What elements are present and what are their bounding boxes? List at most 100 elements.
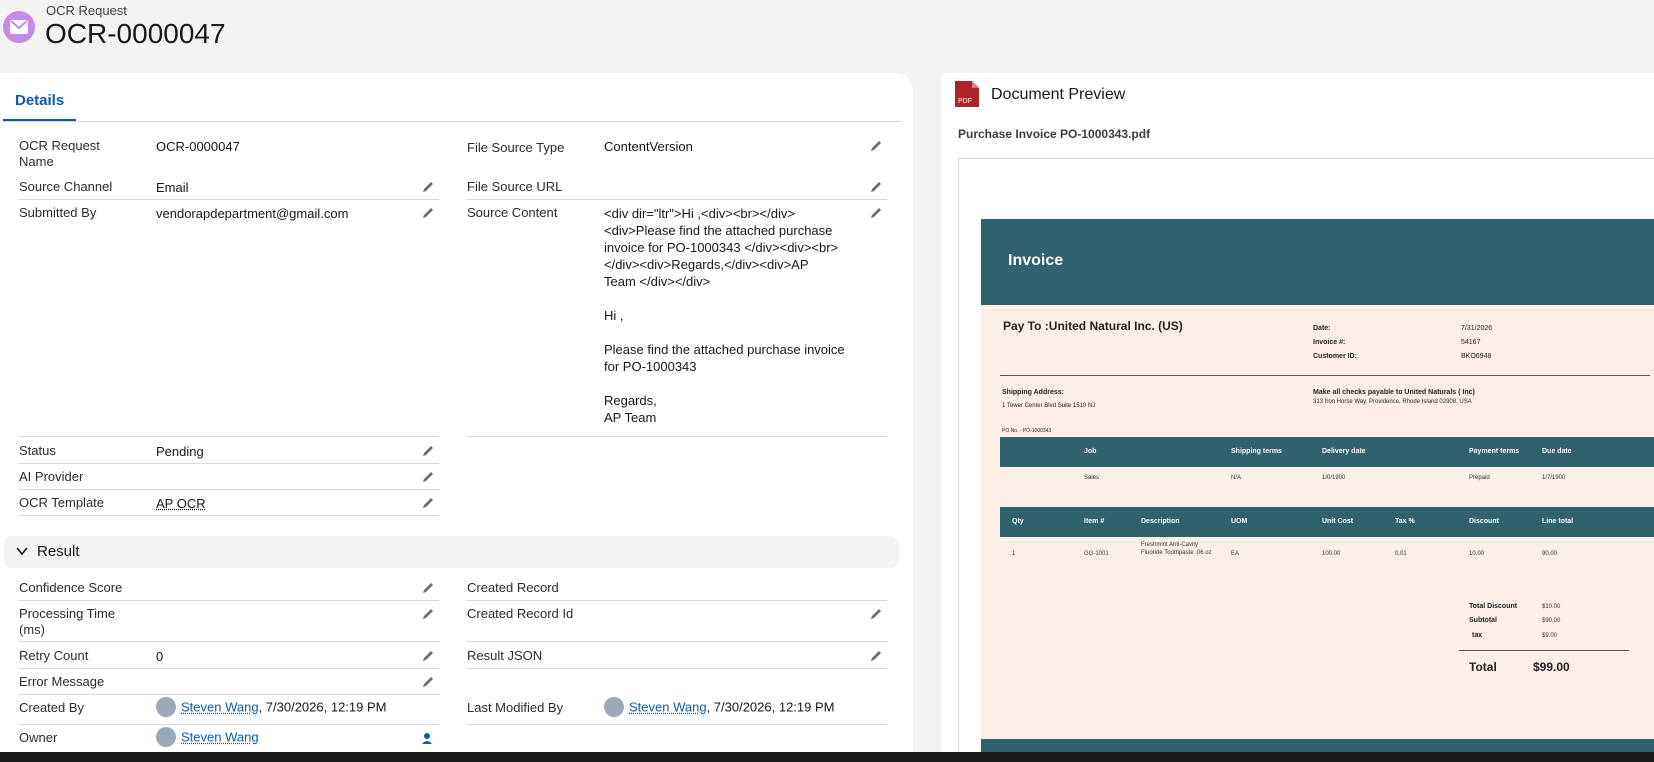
invoice-no-value: 54167: [1461, 339, 1481, 346]
edit-pencil-icon[interactable]: [869, 649, 883, 663]
avatar: [156, 727, 176, 747]
table-cell: 100.00: [1322, 551, 1341, 557]
details-panel: Details OCR Request Name OCR-0000047 Sou…: [0, 73, 913, 762]
field-processing-time: Processing Time (ms): [19, 606, 439, 642]
table-cell: Freshmint Anti-Cavity Fluoride Toothpast…: [1141, 542, 1212, 556]
edit-pencil-icon[interactable]: [421, 649, 435, 663]
divider: [19, 694, 439, 695]
total-value: $99.00: [1533, 660, 1570, 674]
divider: [1000, 375, 1650, 376]
field-label: Result JSON: [467, 648, 543, 663]
result-section-header[interactable]: Result: [4, 536, 899, 568]
divider: [19, 668, 439, 669]
checks-label: Make all checks payable to United Natura…: [1313, 389, 1475, 396]
edit-pencil-icon[interactable]: [421, 581, 435, 595]
shipping-value: 1 Tower Center Blvd Suite 1510 NJ: [1002, 403, 1096, 409]
text-line: Hi ,: [604, 308, 624, 323]
field-label: File Source Type: [467, 140, 565, 155]
field-label: Source Channel: [19, 179, 113, 194]
text-line: Regards,: [604, 393, 657, 408]
pdf-file-icon: PDF: [955, 81, 979, 107]
job-table-header: Job Shipping terms Delivery date Payment…: [1000, 437, 1654, 467]
edit-pencil-icon[interactable]: [869, 607, 883, 621]
field-label: Retry Count: [19, 648, 89, 663]
edit-pencil-icon[interactable]: [421, 444, 435, 458]
field-label: Confidence Score: [19, 580, 123, 595]
invoice-no-label: Invoice #:: [1313, 339, 1346, 346]
user-link[interactable]: Steven Wang: [181, 729, 259, 744]
field-confidence-score: Confidence Score: [19, 580, 439, 601]
column-header: UOM: [1231, 518, 1248, 525]
text-line: </div><div>Regards,</div><div>AP: [604, 257, 809, 272]
column-header: Shipping terms: [1231, 448, 1282, 455]
column-header: Tax %: [1395, 518, 1415, 525]
field-label: Source Content: [467, 205, 558, 220]
field-file-source-type: File Source Type ContentVersion: [467, 138, 887, 172]
text-line: Team </div></div>: [604, 274, 711, 289]
table-cell: Prepaid: [1469, 475, 1490, 481]
pdf-viewer[interactable]: Invoice Pay To :United Natural Inc. (US)…: [958, 158, 1654, 762]
field-last-modified-by: Last Modified By Steven Wang, 7/30/2026,…: [467, 697, 887, 725]
divider: [19, 641, 439, 642]
table-cell: Sales: [1084, 475, 1100, 481]
text-line: for PO-1000343: [604, 359, 697, 374]
column-header: Delivery date: [1322, 448, 1366, 455]
user-link[interactable]: Steven Wang: [181, 699, 259, 714]
column-header: Description: [1141, 518, 1180, 525]
chevron-down-icon: [16, 547, 28, 556]
edit-pencil-icon[interactable]: [421, 470, 435, 484]
edit-pencil-icon[interactable]: [869, 139, 883, 153]
column-header: Qty: [1012, 518, 1024, 525]
text-line: invoice for PO-1000343 </div><div><br>: [604, 240, 839, 255]
edit-pencil-icon[interactable]: [421, 496, 435, 510]
field-created-by: Created By Steven Wang, 7/30/2026, 12:19…: [19, 697, 439, 725]
field-label: Submitted By: [19, 205, 97, 220]
subtotal-label: Subtotal: [1469, 617, 1497, 624]
divider: [467, 436, 887, 437]
column-header: Job: [1084, 448, 1097, 455]
edit-pencil-icon[interactable]: [421, 206, 435, 220]
ocr-template-link[interactable]: AP OCR: [156, 495, 206, 512]
field-value: Email: [156, 180, 189, 195]
table-cell: 90.00: [1542, 551, 1558, 557]
edit-pencil-icon[interactable]: [421, 180, 435, 194]
text-line: <div dir="ltr">Hi ,<div><br></div>: [604, 206, 795, 221]
taskbar: [0, 752, 1654, 762]
created-date: , 7/30/2026, 12:19 PM: [258, 699, 387, 715]
divider: [19, 199, 439, 200]
edit-pencil-icon[interactable]: [869, 180, 883, 194]
field-label: OCR Template: [19, 495, 105, 510]
user-link[interactable]: Steven Wang: [629, 699, 707, 714]
invoice-header-band: Invoice: [981, 219, 1654, 305]
avatar: [156, 697, 176, 717]
field-label: Last Modified By: [467, 700, 564, 715]
preview-title: Document Preview: [991, 86, 1126, 103]
preview-file-name[interactable]: Purchase Invoice PO-1000343.pdf: [958, 127, 1150, 141]
field-ai-provider: AI Provider: [19, 469, 439, 490]
edit-pencil-icon[interactable]: [421, 607, 435, 621]
edit-pencil-icon[interactable]: [421, 675, 435, 689]
field-file-source-url: File Source URL: [467, 179, 887, 200]
divider: [467, 641, 887, 642]
field-value: Pending: [156, 444, 204, 459]
tab-details[interactable]: Details: [3, 89, 76, 122]
field-label: Error Message: [19, 674, 105, 689]
object-type-label: OCR Request: [46, 3, 127, 18]
field-created-record-id: Created Record Id: [467, 606, 887, 642]
field-value: 0: [156, 649, 164, 664]
checks-value: 313 Iron Horse Way, Providence, Rhode Is…: [1313, 399, 1472, 405]
pay-to: Pay To :United Natural Inc. (US): [1003, 319, 1183, 333]
field-label: OCR Request Name: [19, 138, 100, 169]
invoice-heading: Invoice: [1008, 252, 1064, 269]
column-header: Payment terms: [1469, 448, 1520, 455]
tax-value: $9.00: [1542, 633, 1558, 639]
field-submitted-by: Submitted By vendorapdepartment@gmail.co…: [19, 205, 439, 437]
edit-pencil-icon[interactable]: [869, 206, 883, 220]
table-cell: 1: [1012, 551, 1016, 557]
field-source-content: Source Content <div dir="ltr">Hi ,<div><…: [467, 205, 887, 437]
field-label: Created By: [19, 700, 85, 715]
field-ocr-template: OCR Template AP OCR: [19, 495, 439, 516]
change-owner-icon[interactable]: [421, 731, 435, 745]
total-discount-label: Total Discount: [1469, 603, 1518, 610]
field-label: Created Record: [467, 580, 559, 595]
